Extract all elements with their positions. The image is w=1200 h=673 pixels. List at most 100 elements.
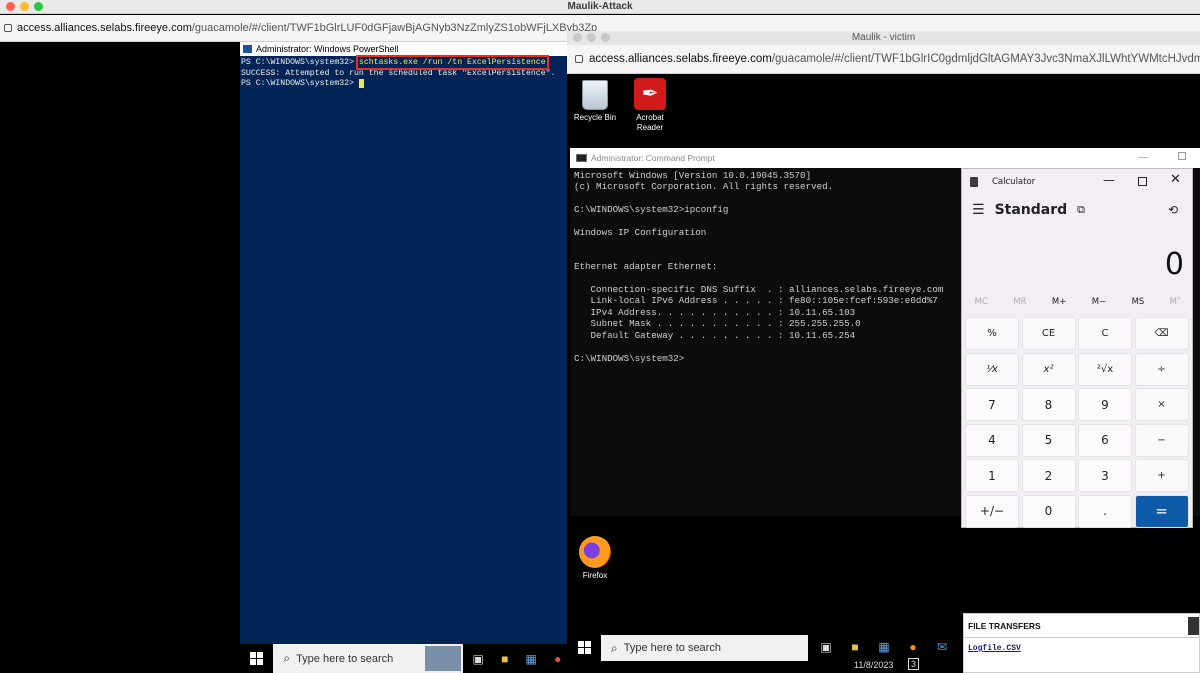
square-button[interactable]: x² xyxy=(1021,352,1076,386)
digit-0-button[interactable]: 0 xyxy=(1021,494,1076,528)
digit-9-button[interactable]: 9 xyxy=(1078,388,1132,421)
attacker-search-placeholder: Type here to search xyxy=(296,652,394,665)
firefox-label: Firefox xyxy=(582,571,608,580)
zoom-button[interactable] xyxy=(34,2,43,11)
equals-button[interactable]: = xyxy=(1134,494,1189,528)
victim-start-icon[interactable] xyxy=(567,635,601,659)
close-button[interactable] xyxy=(6,2,15,11)
firefox-icon xyxy=(579,536,611,568)
victim-windows-logo-icon xyxy=(577,640,591,654)
firefox-shortcut[interactable]: Firefox xyxy=(571,536,619,581)
calculator-title: Calculator xyxy=(992,177,1036,187)
digit-1-button[interactable]: 1 xyxy=(965,459,1019,492)
store-icon[interactable]: ▦ xyxy=(522,649,541,669)
mail-icon[interactable]: ✉ xyxy=(932,635,952,659)
acrobat-label-line1: Acrobat xyxy=(636,113,664,122)
recycle-bin-icon xyxy=(582,80,608,110)
digit-6-button[interactable]: 6 xyxy=(1078,423,1132,457)
attacker-search-box[interactable]: ⌕ Type here to search xyxy=(273,644,463,673)
browser-icon[interactable]: ● xyxy=(548,649,567,669)
victim-file-explorer-icon[interactable]: ■ xyxy=(845,635,865,659)
file-transfers-header: FILE TRANSFERS xyxy=(964,614,1199,638)
clock-date: 11/8/2023 xyxy=(854,660,894,670)
victim-store-icon[interactable]: ▦ xyxy=(874,635,894,659)
task-view-icon[interactable]: ▣ xyxy=(469,649,488,669)
cmd-maximize-icon[interactable] xyxy=(1178,152,1186,160)
negate-button[interactable]: +/− xyxy=(965,494,1019,528)
clear-entry-button[interactable]: CE xyxy=(1021,317,1076,350)
backspace-button[interactable]: ⌫ xyxy=(1134,317,1189,350)
powershell-title: Administrator: Windows PowerShell xyxy=(256,44,399,54)
powershell-titlebar: Administrator: Windows PowerShell xyxy=(240,42,567,56)
acrobat-label-line2: Reader xyxy=(636,123,664,132)
file-transfers-title: FILE TRANSFERS xyxy=(968,620,1041,631)
calculator-titlebar: Calculator — ✕ xyxy=(962,169,1192,195)
victim-window-titlebar: Maulik - victim xyxy=(567,31,1200,45)
victim-close-button[interactable] xyxy=(573,33,582,42)
file-transfer-row[interactable]: Logfile.CSV xyxy=(964,638,1199,658)
powershell-window[interactable]: Administrator: Windows PowerShell PS C:\… xyxy=(240,42,567,645)
digit-4-button[interactable]: 4 xyxy=(965,423,1019,457)
keypad: % CE C ⌫ ⅟x x² ²√x ÷ 7 8 9 × 4 5 6 − 1 2… xyxy=(965,317,1189,528)
victim-search-placeholder: Type here to search xyxy=(623,642,721,654)
recycle-bin-label: Recycle Bin xyxy=(573,113,617,122)
acrobat-reader-shortcut[interactable]: ✒ Acrobat Reader xyxy=(626,78,674,133)
windows-start-icon[interactable] xyxy=(240,649,273,669)
memory-subtract-button[interactable]: M− xyxy=(1092,297,1106,307)
ps-success-line: SUCCESS: Attempted to run the scheduled … xyxy=(241,68,556,78)
multiply-button[interactable]: × xyxy=(1134,388,1189,421)
decimal-button[interactable]: . xyxy=(1078,494,1132,528)
memory-recall-button[interactable]: MR xyxy=(1013,297,1026,307)
windows-logo-icon xyxy=(250,652,264,665)
plus-button[interactable]: + xyxy=(1134,459,1189,492)
square-root-button[interactable]: ²√x xyxy=(1078,352,1132,386)
digit-7-button[interactable]: 7 xyxy=(965,388,1019,421)
file-transfer-name[interactable]: Logfile.CSV xyxy=(968,644,1021,653)
victim-zoom-button[interactable] xyxy=(601,33,610,42)
digit-5-button[interactable]: 5 xyxy=(1021,423,1076,457)
victim-url-path: /guacamole/#/client/TWF1bGlrIC0gdmljdGlt… xyxy=(771,53,1200,65)
victim-minimize-button[interactable] xyxy=(587,33,596,42)
digit-2-button[interactable]: 2 xyxy=(1021,459,1076,492)
victim-search-box[interactable]: ⌕ Type here to search xyxy=(601,635,808,661)
cmd-minimize-icon[interactable]: — xyxy=(1138,152,1148,163)
reciprocal-button[interactable]: ⅟x xyxy=(965,352,1019,386)
calc-minimize-icon[interactable]: — xyxy=(1103,173,1115,187)
file-transfers-toggle[interactable] xyxy=(1188,616,1199,635)
memory-list-button[interactable]: M˅ xyxy=(1170,297,1182,307)
hamburger-menu-icon[interactable]: ☰ xyxy=(972,202,985,218)
memory-add-button[interactable]: M+ xyxy=(1052,297,1066,307)
ps-prompt-2: PS C:\WINDOWS\system32> xyxy=(241,79,359,88)
victim-search-icon: ⌕ xyxy=(611,640,618,655)
digit-3-button[interactable]: 3 xyxy=(1078,459,1132,492)
recycle-bin-shortcut[interactable]: Recycle Bin xyxy=(571,80,619,123)
window-controls xyxy=(6,2,43,11)
keep-on-top-icon[interactable]: ⧉ xyxy=(1077,203,1085,217)
calc-maximize-icon[interactable] xyxy=(1138,177,1147,186)
victim-firefox-icon[interactable]: ● xyxy=(903,635,923,659)
lock-icon xyxy=(4,24,12,32)
powershell-icon xyxy=(243,45,252,53)
file-explorer-icon[interactable]: ■ xyxy=(495,649,514,669)
victim-task-view-icon[interactable]: ▣ xyxy=(816,635,836,659)
victim-address-bar[interactable]: access.alliances.selabs.fireeye.com/guac… xyxy=(567,45,1200,74)
search-highlight-image xyxy=(424,646,461,671)
divide-button[interactable]: ÷ xyxy=(1134,352,1189,386)
notification-badge[interactable]: 3 xyxy=(908,658,920,670)
minimize-button[interactable] xyxy=(20,2,29,11)
outer-window-titlebar: Maulik-Attack xyxy=(0,0,1200,14)
cmd-title: Administrator: Command Prompt xyxy=(591,153,715,163)
percent-button[interactable]: % xyxy=(965,317,1019,350)
memory-store-button[interactable]: MS xyxy=(1132,297,1145,307)
calc-close-icon[interactable]: ✕ xyxy=(1170,172,1181,187)
victim-window-title: Maulik - victim xyxy=(851,32,916,43)
clear-button[interactable]: C xyxy=(1078,317,1132,350)
history-icon[interactable]: ⟲ xyxy=(1168,203,1178,217)
digit-8-button[interactable]: 8 xyxy=(1021,388,1076,421)
victim-window-controls xyxy=(573,33,610,42)
acrobat-icon: ✒ xyxy=(634,78,666,110)
ps-command: schtasks.exe /run /tn ExcelPersistence xyxy=(355,55,549,70)
calculator-window[interactable]: Calculator — ✕ ☰ Standard ⧉ ⟲ 0 MC MR M+… xyxy=(961,168,1193,528)
memory-clear-button[interactable]: MC xyxy=(975,297,988,307)
minus-button[interactable]: − xyxy=(1134,423,1189,457)
